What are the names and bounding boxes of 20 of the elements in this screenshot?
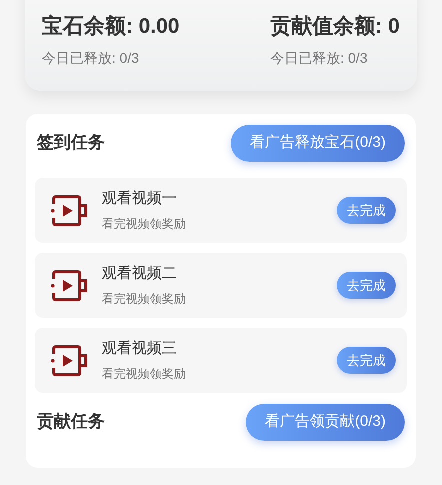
- section-title: 贡献任务: [37, 411, 105, 434]
- released-count: 今日已释放: 0/3: [42, 49, 140, 68]
- watch-ad-button[interactable]: 看广告领贡献(0/3): [246, 404, 405, 440]
- video-camera-icon: [48, 268, 89, 302]
- task-title: 观看视频三: [102, 339, 178, 360]
- complete-button[interactable]: 去完成: [337, 272, 396, 299]
- task-title: 观看视频二: [102, 264, 178, 284]
- watch-ad-button[interactable]: 看广告释放宝石(0/3): [231, 124, 405, 162]
- complete-button[interactable]: 去完成: [337, 347, 396, 374]
- task-subtitle: 看完视频领奖励: [102, 366, 187, 383]
- task-subtitle: 看完视频领奖励: [102, 290, 187, 308]
- video-camera-icon: [48, 344, 89, 378]
- task-subtitle: 看完视频领奖励: [102, 216, 187, 233]
- video-camera-icon: [48, 194, 89, 228]
- released-count: 今日已释放: 0/3: [270, 49, 369, 68]
- balance-label: 贡献值余额: 0: [270, 14, 400, 40]
- complete-button[interactable]: 去完成: [337, 197, 396, 224]
- task-title: 观看视频一: [102, 189, 178, 210]
- balance-label: 宝石余额: 0.00: [42, 14, 180, 40]
- section-title: 签到任务: [37, 132, 105, 154]
